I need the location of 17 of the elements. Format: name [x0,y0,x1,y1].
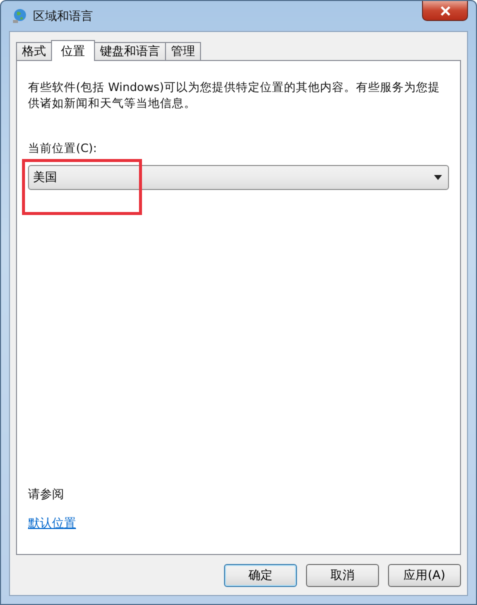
window-title: 区域和语言 [33,8,93,24]
default-location-link[interactable]: 默认位置 [28,515,76,532]
close-button[interactable] [422,1,468,21]
dropdown-arrow-icon [434,175,442,180]
dialog-button[interactable]: 确定 [224,564,297,587]
location-dropdown[interactable]: 美国 [28,165,449,190]
close-icon [440,6,450,16]
dialog-button[interactable]: 应用(A) [388,564,461,587]
tab[interactable]: 管理 [165,42,201,60]
tab[interactable]: 位置 [51,40,95,61]
dialog-button[interactable]: 取消 [306,564,379,587]
tab[interactable]: 键盘和语言 [94,42,166,60]
globe-icon [11,8,27,24]
see-also-heading: 请参阅 [28,486,64,503]
field-label: 当前位置(C): [28,141,97,156]
tab[interactable]: 格式 [16,42,52,60]
description-text: 有些软件(包括 Windows)可以为您提供特定位置的其他内容。有些服务为您提供诸如新闻和天气等当地信息。 [28,79,441,111]
